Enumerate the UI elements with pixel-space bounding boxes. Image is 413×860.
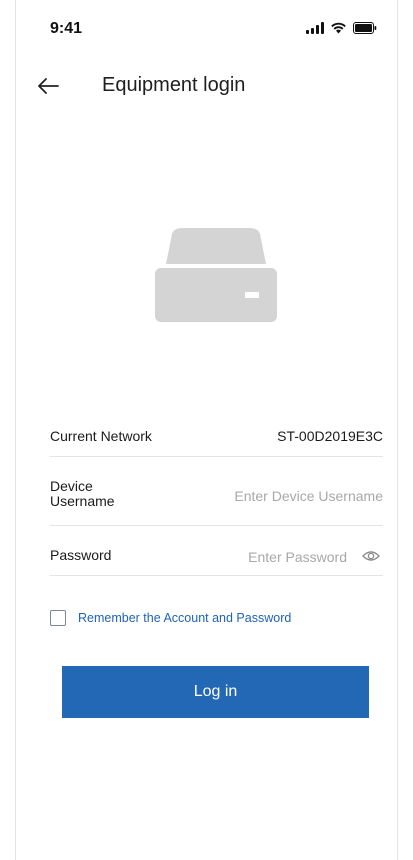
signal-icon — [306, 22, 324, 34]
device-username-label: Device Username — [50, 478, 115, 509]
current-network-value: ST-00D2019E3C — [277, 428, 383, 444]
status-time: 9:41 — [50, 20, 83, 37]
password-label: Password — [50, 547, 112, 563]
password-row: Password — [50, 534, 383, 576]
header: Equipment login — [16, 66, 397, 106]
device-username-row: Device Username — [50, 466, 383, 526]
login-form: Current Network ST-00D2019E3C Device Use… — [50, 418, 383, 576]
password-input[interactable] — [187, 547, 347, 567]
battery-icon — [353, 22, 377, 34]
app-screen: 9:41 Equipment login Current Network ST-… — [15, 0, 398, 860]
storage-device-icon — [154, 228, 278, 324]
device-username-input[interactable] — [183, 486, 383, 506]
current-network-label: Current Network — [50, 428, 152, 444]
current-network-row: Current Network ST-00D2019E3C — [50, 418, 383, 457]
status-icons — [306, 22, 377, 34]
remember-credentials[interactable]: Remember the Account and Password — [50, 610, 291, 626]
login-button[interactable]: Log in — [62, 666, 369, 718]
show-password-button[interactable] — [361, 548, 381, 564]
status-bar: 9:41 — [16, 0, 397, 60]
remember-label: Remember the Account and Password — [78, 611, 292, 625]
remember-checkbox[interactable] — [50, 610, 66, 626]
arrow-left-icon — [38, 78, 59, 94]
wifi-icon — [330, 22, 347, 34]
back-button[interactable] — [34, 72, 62, 100]
page-title: Equipment login — [102, 74, 246, 96]
eye-icon — [362, 551, 380, 561]
